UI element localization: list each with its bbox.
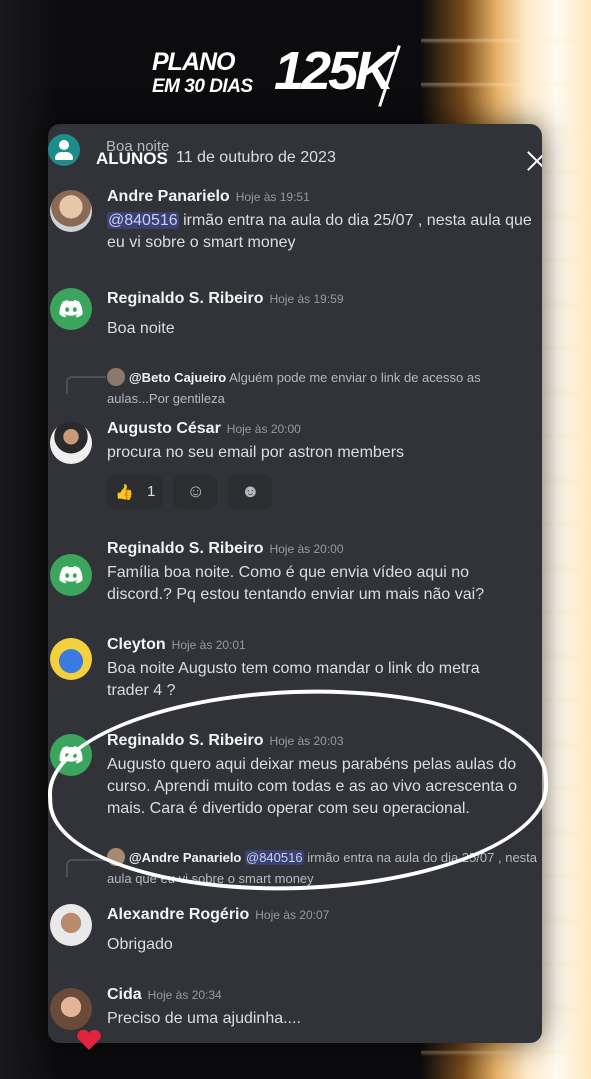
reply-connector: [66, 859, 106, 877]
message-author[interactable]: Reginaldo S. Ribeiro Hoje às 20:00: [107, 540, 344, 558]
message-author[interactable]: Cida Hoje às 20:34: [107, 986, 222, 1004]
reaction-thumbs-up[interactable]: 👍 1: [107, 475, 163, 509]
message-author[interactable]: Reginaldo S. Ribeiro Hoje às 19:59: [107, 290, 344, 308]
channel-header: Boa noite ALUNOS 11 de outubro de 2023: [48, 124, 542, 188]
super-reaction-icon: ☻: [240, 481, 260, 501]
message-time: Hoje às 20:07: [255, 908, 330, 922]
add-reaction-button[interactable]: ☺: [173, 475, 218, 509]
discord-chat-panel: Boa noite ALUNOS 11 de outubro de 2023 A…: [48, 124, 542, 1043]
message-time: Hoje às 19:51: [235, 190, 310, 204]
avatar-cleyton[interactable]: [50, 638, 92, 680]
message-time: Hoje às 20:00: [226, 422, 301, 436]
heart-icon: [77, 1030, 101, 1050]
reply-connector: [66, 376, 106, 394]
message-time: Hoje às 20:00: [269, 542, 344, 556]
message-author[interactable]: Cleyton Hoje às 20:01: [107, 636, 246, 654]
reply-preview[interactable]: @Beto Cajueiro Alguém pode me enviar o l…: [107, 367, 537, 409]
author-name[interactable]: Alexandre Rogério: [107, 906, 249, 923]
message-time: Hoje às 19:59: [269, 292, 344, 306]
message-text: Obrigado: [107, 936, 173, 953]
close-icon[interactable]: [524, 148, 542, 174]
discord-logo-icon: [59, 300, 83, 318]
author-name[interactable]: Augusto César: [107, 420, 221, 437]
super-reaction-button[interactable]: ☻: [227, 475, 272, 509]
logo-plano-text: PLANO: [152, 48, 235, 76]
author-name[interactable]: Cida: [107, 986, 142, 1003]
channel-date: 11 de outubro de 2023: [176, 149, 336, 166]
logo-dias-text: EM 30 DIAS: [152, 76, 253, 97]
channel-title: ALUNOS: [96, 149, 168, 168]
message-text: Boa noite: [107, 320, 175, 337]
message-text: Preciso de uma ajudinha....: [107, 1010, 301, 1027]
discord-logo-icon: [59, 566, 83, 584]
reactions-bar: 👍 1 ☺ ☻: [107, 475, 278, 514]
author-name[interactable]: Reginaldo S. Ribeiro: [107, 290, 263, 307]
message-text: procura no seu email por astron members: [107, 444, 405, 461]
author-name[interactable]: Cleyton: [107, 636, 166, 653]
thumbs-up-icon: 👍: [115, 484, 134, 501]
message-text: Família boa noite. Como é que envia víde…: [107, 564, 485, 603]
reply-author[interactable]: @Beto Cajueiro: [129, 370, 226, 385]
plano-125k-logo: PLANO EM 30 DIAS 125K: [150, 41, 450, 107]
message-author[interactable]: Andre Panarielo Hoje às 19:51: [107, 188, 310, 206]
avatar-andre[interactable]: [50, 190, 92, 232]
user-mention[interactable]: @840516: [107, 212, 179, 229]
logo-125k-text: 125K: [274, 41, 394, 101]
avatar-discord-default[interactable]: [50, 554, 92, 596]
avatar-discord-default[interactable]: [50, 288, 92, 330]
message-author[interactable]: Augusto César Hoje às 20:00: [107, 420, 301, 438]
author-name[interactable]: Reginaldo S. Ribeiro: [107, 540, 263, 557]
reaction-count: 1: [147, 483, 156, 500]
avatar-alexandre[interactable]: [50, 904, 92, 946]
avatar-augusto[interactable]: [50, 422, 92, 464]
message-time: Hoje às 20:01: [171, 638, 246, 652]
author-name[interactable]: Andre Panarielo: [107, 188, 230, 205]
message-time: Hoje às 20:34: [147, 988, 222, 1002]
message-text: @840516 irmão entra na aula do dia 25/07…: [107, 210, 542, 254]
channel-user-icon: [48, 134, 80, 166]
add-reaction-icon: ☺: [186, 481, 205, 501]
message-author[interactable]: Alexandre Rogério Hoje às 20:07: [107, 906, 329, 924]
reply-avatar: [107, 368, 125, 386]
avatar-cida[interactable]: [50, 988, 92, 1030]
